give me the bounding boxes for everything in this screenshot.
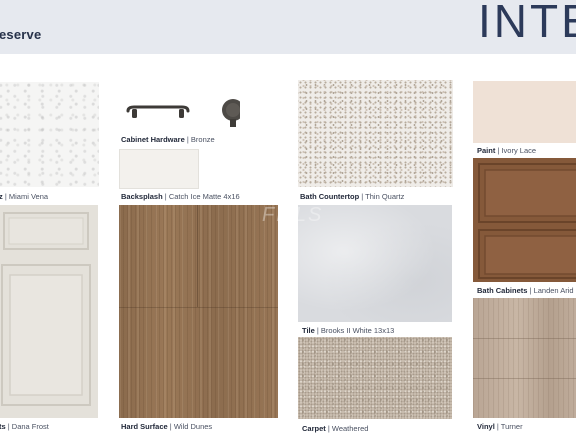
plank-seam: [197, 205, 198, 307]
paint-caption: Paint | Ivory Lace: [477, 146, 537, 155]
bath-countertop-name: Thin Quartz: [365, 192, 405, 201]
countertop-swatch: [0, 82, 99, 187]
watermark: FMLS: [262, 204, 324, 226]
bath-cabinet-door-illustration: [473, 158, 576, 282]
plank-seam: [473, 378, 576, 379]
vinyl-caption: Vinyl | Turner: [477, 422, 523, 431]
cabinet-door-swatch: [0, 205, 98, 418]
backsplash-category: Backsplash: [121, 192, 163, 201]
cabinets-name: Dana Frost: [11, 422, 49, 431]
tile-name: Brooks II White 13x13: [320, 326, 395, 335]
tile-caption: Tile | Brooks II White 13x13: [302, 326, 395, 335]
backsplash-caption: Backsplash | Catch Ice Matte 4x16: [121, 192, 240, 201]
bath-countertop-category: Bath Countertop: [300, 192, 360, 201]
bath-cabinets-name: Landen Arid: [533, 286, 574, 295]
tile-category: Tile: [302, 326, 315, 335]
vinyl-name: Turner: [500, 422, 523, 431]
hardware-caption: Cabinet Hardware | Bronze: [121, 135, 215, 144]
collection-title: eserve: [0, 27, 42, 42]
bronze-pull-and-knob-icon: [126, 99, 240, 127]
hardware-name: Bronze: [190, 135, 215, 144]
paint-swatch: [473, 81, 576, 143]
countertop-name: Miami Vena: [8, 192, 49, 201]
vinyl-category: Vinyl: [477, 422, 495, 431]
bath-cabinets-caption: Bath Cabinets | Landen Arid: [477, 286, 574, 295]
brand-heading: INTE: [478, 0, 576, 47]
plank-seam: [473, 338, 576, 339]
paint-category: Paint: [477, 146, 496, 155]
bath-cabinets-swatch: [473, 158, 576, 282]
header-bar: eserve INTE: [0, 0, 576, 54]
bath-countertop-caption: Bath Countertop | Thin Quartz: [300, 192, 405, 201]
backsplash-swatch: [119, 149, 199, 189]
cabinets-caption: ts | Dana Frost: [0, 422, 49, 431]
hardware-category: Cabinet Hardware: [121, 135, 185, 144]
countertop-caption: z | Miami Vena: [0, 192, 49, 201]
plank-seam: [119, 307, 278, 308]
hardware-swatch: [120, 97, 240, 131]
vinyl-swatch: [473, 298, 576, 418]
hard-surface-caption: Hard Surface | Wild Dunes: [121, 422, 213, 431]
paint-name: Ivory Lace: [501, 146, 537, 155]
hard-surface-name: Wild Dunes: [173, 422, 213, 431]
carpet-swatch: [298, 337, 452, 419]
bath-countertop-swatch: [298, 80, 453, 187]
backsplash-name: Catch Ice Matte 4x16: [168, 192, 240, 201]
bath-cabinets-category: Bath Cabinets: [477, 286, 528, 295]
hard-surface-swatch: [119, 205, 278, 418]
cabinets-category: ts: [0, 422, 6, 431]
cabinet-door-illustration: [0, 205, 98, 418]
countertop-category: z: [0, 192, 3, 201]
hard-surface-category: Hard Surface: [121, 422, 168, 431]
